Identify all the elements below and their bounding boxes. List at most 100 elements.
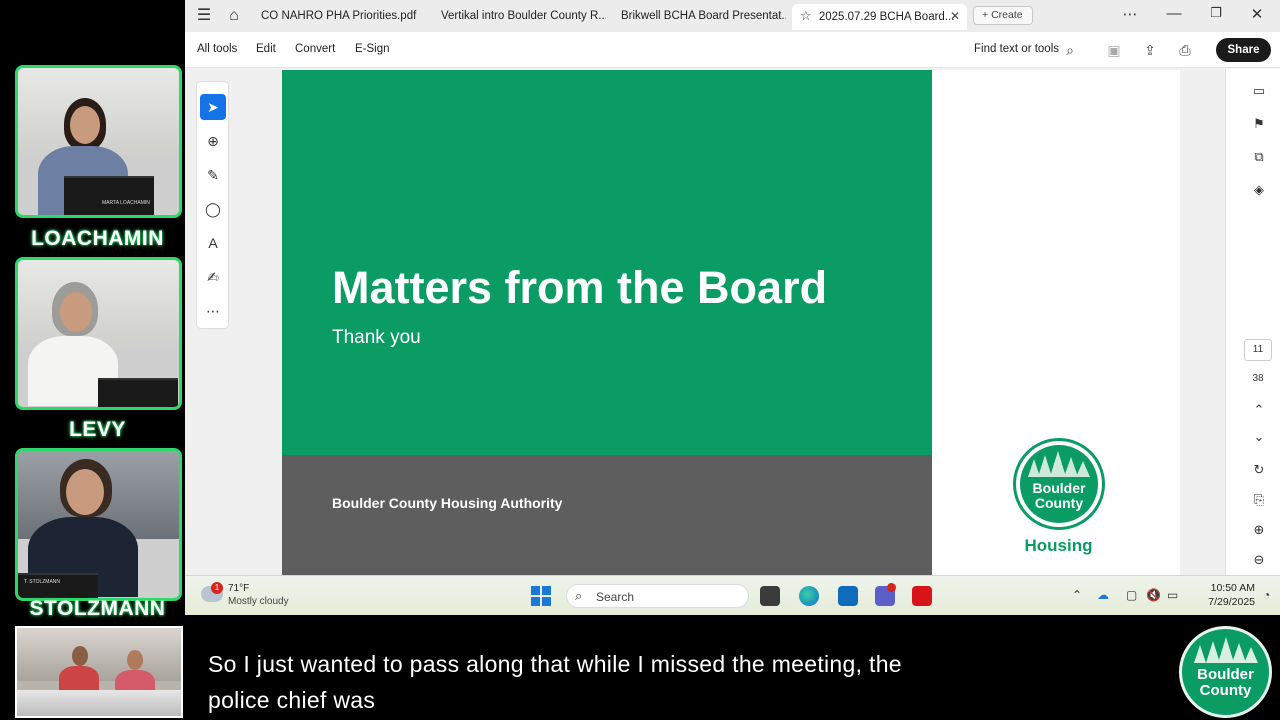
nameplate: T. STOLZMANN <box>24 579 61 585</box>
add-comment-icon[interactable]: ⊕ <box>200 128 226 154</box>
document-area: ➤ ⊕ ✎ ◯ A ✍ ⋯ Matters from the Board Tha… <box>185 69 1280 575</box>
acrobat-window: ☰ ⌂ CO NAHRO PHA Priorities.pdf Vertikal… <box>185 0 1280 615</box>
edge-browser-icon[interactable] <box>799 586 819 606</box>
slide-subtitle: Thank you <box>332 327 421 348</box>
corner-logo-line2: County <box>1199 682 1252 699</box>
participant-name: LEVY <box>69 418 126 441</box>
display-icon[interactable]: ▢ <box>1126 588 1137 602</box>
pages-icon[interactable]: ⧉ <box>1249 149 1269 165</box>
hamburger-menu-icon[interactable]: ☰ <box>195 7 213 25</box>
corner-logo-line1: Boulder <box>1197 666 1254 683</box>
select-cursor-icon[interactable]: ➤ <box>200 94 226 120</box>
participant-column: MARTA LOACHAMIN LOACHAMIN LEVY T. STOLZM… <box>0 0 185 720</box>
right-rail: ▭ ⚑ ⧉ ◈ 11 38 ⌃ ⌄ ↻ ⎘ ⊕ ⊖ <box>1225 69 1280 575</box>
minimize-icon[interactable]: — <box>1164 5 1184 22</box>
highlight-pen-icon[interactable]: ✎ <box>200 162 226 188</box>
share-button[interactable]: Share <box>1216 38 1271 62</box>
windows-start-icon[interactable] <box>531 586 551 606</box>
window-close-icon[interactable]: ✕ <box>1247 5 1267 23</box>
battery-icon[interactable]: ▭ <box>1167 588 1178 602</box>
participant-name: LOACHAMIN <box>31 227 164 250</box>
star-icon[interactable]: ☆ <box>800 8 812 23</box>
volume-muted-icon[interactable]: 🔇 <box>1146 588 1161 602</box>
outlook-icon[interactable] <box>838 586 858 606</box>
close-tab-icon[interactable]: ✕ <box>950 4 960 28</box>
onedrive-icon[interactable]: ☁ <box>1097 588 1109 602</box>
tab-co-nahro[interactable]: CO NAHRO PHA Priorities.pdf <box>261 4 421 30</box>
plus-icon: + <box>982 9 989 21</box>
sign-icon[interactable]: ✍ <box>200 264 226 290</box>
tree-icon <box>1194 637 1258 663</box>
boulder-county-watermark: Boulder County <box>1179 626 1272 718</box>
bcha-logo: Boulder County Housing <box>1011 438 1106 563</box>
participant-video-2 <box>15 257 182 410</box>
more-icon[interactable]: ⋯ <box>1120 5 1140 23</box>
tab-label: Brikwell BCHA Board Presentat... <box>621 10 786 22</box>
weather-badge: 1 <box>211 582 223 594</box>
create-button[interactable]: + Create <box>973 6 1033 25</box>
slide-footer-text: Boulder County Housing Authority <box>332 495 563 511</box>
page-up-icon[interactable]: ⌃ <box>1249 402 1269 418</box>
tab-label: Vertikal intro Boulder County R... <box>441 10 606 22</box>
save-page-icon[interactable]: ⎘ <box>1249 492 1269 508</box>
menu-convert[interactable]: Convert <box>295 43 335 55</box>
taskbar-search[interactable]: ⌕ Search <box>566 584 749 608</box>
participant-video-1: MARTA LOACHAMIN <box>15 65 182 218</box>
tab-bcha-board[interactable]: ☆ 2025.07.29 BCHA Board... ✕ <box>792 4 967 30</box>
slide-title: Matters from the Board <box>332 262 828 313</box>
tab-vertikal[interactable]: Vertikal intro Boulder County R... <box>441 4 606 30</box>
page-down-icon[interactable]: ⌄ <box>1249 429 1269 445</box>
acrobat-toolbar: All tools Edit Convert E-Sign Find text … <box>185 32 1280 68</box>
zoom-out-icon[interactable]: ⊖ <box>1249 552 1269 568</box>
notification-bell-icon[interactable]: ◔ <box>1263 588 1270 602</box>
caption-line-1: So I just wanted to pass along that whil… <box>208 651 902 677</box>
save-icon[interactable]: ▣ <box>1105 41 1123 59</box>
clock-date[interactable]: 7/29/2025 <box>1195 596 1255 608</box>
bookmark-icon[interactable]: ⚑ <box>1249 116 1269 132</box>
search-placeholder: Search <box>596 590 635 604</box>
print-icon[interactable]: ⎙ <box>1176 41 1194 59</box>
room-camera-video <box>15 626 183 718</box>
participant-video-3: T. STOLZMANN <box>15 448 182 601</box>
create-label: Create <box>991 9 1023 21</box>
slide-footer-bar: Boulder County Housing Authority <box>282 455 932 575</box>
notification-dot <box>887 583 896 592</box>
participant-name: STOLZMANN <box>29 597 166 620</box>
acrobat-icon[interactable] <box>912 586 932 606</box>
find-tools-label[interactable]: Find text or tools <box>974 43 1059 55</box>
screen: MARTA LOACHAMIN LOACHAMIN LEVY T. STOLZM… <box>0 0 1280 720</box>
caption-line-2: police chief was <box>208 687 376 713</box>
slide-title-area: Matters from the Board Thank you <box>282 70 932 455</box>
layers-icon[interactable]: ◈ <box>1249 182 1269 198</box>
tab-label: 2025.07.29 BCHA Board... <box>818 11 955 23</box>
comment-icon[interactable]: ▭ <box>1249 83 1269 99</box>
closed-caption: So I just wanted to pass along that whil… <box>208 646 1158 718</box>
search-icon[interactable]: ⌕ <box>1061 41 1079 59</box>
logo-line1: Boulder <box>1032 480 1086 496</box>
logo-line2: County <box>1034 495 1084 511</box>
text-box-icon[interactable]: A <box>200 230 226 256</box>
zoom-in-icon[interactable]: ⊕ <box>1249 522 1269 538</box>
tab-brikwell[interactable]: Brikwell BCHA Board Presentat... <box>621 4 786 30</box>
menu-edit[interactable]: Edit <box>256 43 276 55</box>
menu-all-tools[interactable]: All tools <box>197 43 237 55</box>
search-icon: ⌕ <box>575 588 583 603</box>
more-tools-icon[interactable]: ⋯ <box>200 298 226 324</box>
quick-tools-panel: ➤ ⊕ ✎ ◯ A ✍ ⋯ <box>196 81 229 329</box>
clock-time[interactable]: 10:50 AM <box>1195 582 1255 594</box>
current-page-field[interactable]: 11 <box>1244 339 1272 361</box>
temperature[interactable]: 71°F <box>228 583 249 594</box>
tray-chevron-icon[interactable]: ⌃ <box>1072 588 1082 602</box>
logo-housing: Housing <box>1024 536 1093 555</box>
refresh-icon[interactable]: ↻ <box>1249 462 1269 478</box>
restore-icon[interactable]: ❐ <box>1206 5 1226 21</box>
tab-bar: ☰ ⌂ CO NAHRO PHA Priorities.pdf Vertikal… <box>185 0 1280 32</box>
home-icon[interactable]: ⌂ <box>225 7 243 25</box>
pdf-page: Matters from the Board Thank you Boulder… <box>282 70 1180 575</box>
draw-lasso-icon[interactable]: ◯ <box>200 196 226 222</box>
upload-icon[interactable]: ⇪ <box>1141 41 1159 59</box>
menu-esign[interactable]: E-Sign <box>355 43 390 55</box>
nameplate: MARTA LOACHAMIN <box>102 200 150 206</box>
file-explorer-icon[interactable] <box>760 586 780 606</box>
weather-description[interactable]: Mostly cloudy <box>228 596 289 607</box>
